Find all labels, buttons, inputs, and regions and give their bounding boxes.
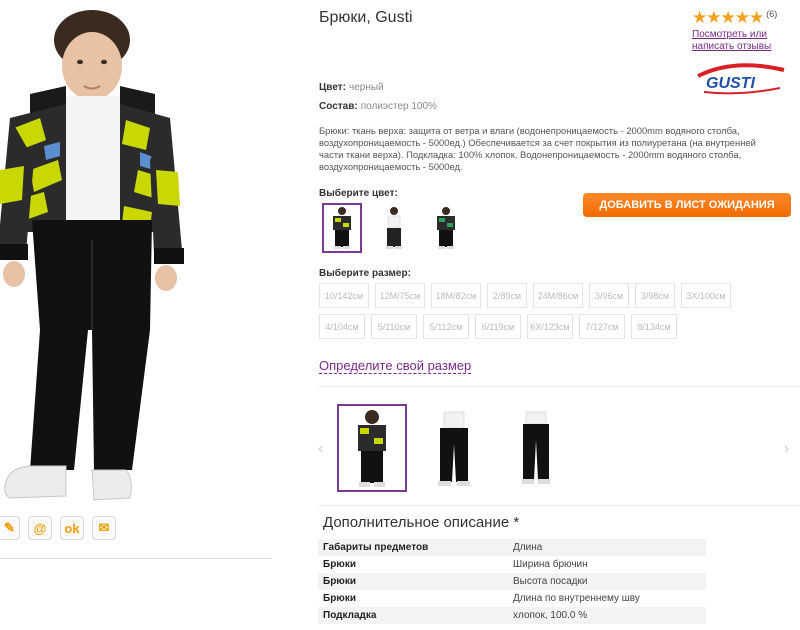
color-attr-label: Цвет: <box>319 82 346 93</box>
spec-value: хлопок, 100.0 % <box>513 610 588 621</box>
size-option[interactable]: 2/89см <box>487 283 527 308</box>
add-to-wishlist-button[interactable]: ДОБАВИТЬ В ЛИСТ ОЖИДАНИЯ <box>583 193 791 217</box>
spec-key: Подкладка <box>323 610 377 621</box>
gallery-prev-arrow[interactable]: ‹ <box>318 440 323 458</box>
brand-logo: GUSTI <box>697 63 785 95</box>
color-attribute: Цвет: черный <box>319 82 384 93</box>
divider <box>318 505 800 506</box>
size-option[interactable]: 3/98см <box>635 283 675 308</box>
gallery-thumbnails <box>337 404 571 492</box>
size-option[interactable]: 3X/100см <box>681 283 731 308</box>
product-description: Брюки: ткань верха: защита от ветра и вл… <box>319 125 756 172</box>
brand-name: GUSTI <box>706 75 755 92</box>
table-row: Подкладка хлопок, 100.0 % <box>318 607 706 624</box>
size-options: 10/142см 12M/75см 18M/82см 2/89см 24M/86см 3/… <box>319 283 779 339</box>
table-row: Брюки Высота посадки <box>318 573 706 590</box>
choose-size-label: Выберите размер: <box>319 268 411 279</box>
divider <box>318 386 800 387</box>
size-option[interactable]: 24M/86см <box>533 283 583 308</box>
size-option[interactable]: 3/96см <box>589 283 629 308</box>
spec-key: Габариты предметов <box>323 542 429 553</box>
composition-attribute: Состав: полиэстер 100% <box>319 101 437 112</box>
size-option[interactable]: 5/110см <box>371 314 417 339</box>
spec-table: Габариты предметов Длина Брюки Ширина брюч… <box>318 539 706 624</box>
rating-stars[interactable]: ★★★★★ <box>692 8 764 27</box>
size-guide-link[interactable]: Определите свой размер <box>319 358 472 374</box>
color-swatch-jacket-pants-set[interactable] <box>322 203 362 253</box>
spec-value: Ширина брючин <box>513 559 588 570</box>
size-option[interactable]: 6X/123см <box>527 314 573 339</box>
at-icon[interactable]: @ <box>28 516 52 540</box>
size-option[interactable]: 7/127см <box>579 314 625 339</box>
rating-block: ★★★★★ (6) Посмотреть или написать отзывы <box>692 9 800 53</box>
size-option[interactable]: 10/142см <box>319 283 369 308</box>
spec-key: Брюки <box>323 576 356 587</box>
odnoklassniki-icon[interactable]: ok <box>60 516 84 540</box>
share-buttons: ✎ @ ok ✉ <box>0 516 116 540</box>
gallery-thumb-pants-front[interactable] <box>419 404 489 492</box>
composition-attr-value: полиэстер 100% <box>360 101 437 112</box>
size-option[interactable]: 5/112см <box>423 314 469 339</box>
edit-icon[interactable]: ✎ <box>0 516 20 540</box>
color-swatch-pants-front[interactable] <box>374 203 414 253</box>
spec-value: Высота посадки <box>513 576 588 587</box>
size-option[interactable]: 8/134см <box>631 314 677 339</box>
spec-key: Брюки <box>323 559 356 570</box>
rating-count: (6) <box>766 9 778 19</box>
color-swatches <box>322 203 466 253</box>
gallery-next-arrow[interactable]: › <box>784 440 789 458</box>
size-option[interactable]: 6/119см <box>475 314 521 339</box>
size-option[interactable]: 12M/75см <box>375 283 425 308</box>
mail-icon[interactable]: ✉ <box>92 516 116 540</box>
color-swatch-jacket-pants-set-alt[interactable] <box>426 203 466 253</box>
review-link[interactable]: Посмотреть или написать отзывы <box>692 29 800 53</box>
spec-value: Длина по внутреннему шву <box>513 593 640 604</box>
choose-color-label: Выберите цвет: <box>319 188 398 199</box>
color-attr-value: черный <box>348 82 384 93</box>
table-row: Брюки Длина по внутреннему шву <box>318 590 706 607</box>
spec-value: Длина <box>513 542 543 553</box>
composition-attr-label: Состав: <box>319 101 358 112</box>
gallery-thumb-pants-back[interactable] <box>501 404 571 492</box>
main-product-photo[interactable] <box>0 0 272 510</box>
size-option[interactable]: 18M/82см <box>431 283 481 308</box>
gallery-thumb-set[interactable] <box>337 404 407 492</box>
table-row: Габариты предметов Длина <box>318 539 706 556</box>
product-title: Брюки, Gusti <box>319 9 413 26</box>
extra-description-title: Дополнительное описание * <box>323 514 520 531</box>
table-row: Брюки Ширина брючин <box>318 556 706 573</box>
left-divider <box>0 558 272 559</box>
size-option[interactable]: 4/104см <box>319 314 365 339</box>
spec-key: Брюки <box>323 593 356 604</box>
